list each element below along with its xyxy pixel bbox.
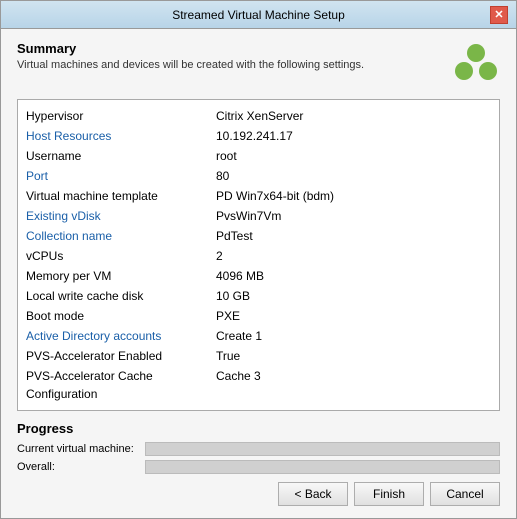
info-label: Active Directory accounts	[26, 327, 216, 345]
info-value: 10.192.241.17	[216, 127, 293, 145]
summary-section: Summary Virtual machines and devices wil…	[17, 41, 500, 89]
info-value: True	[216, 347, 240, 365]
info-row: Host Resources10.192.241.17	[26, 126, 491, 146]
info-label: PVS-Accelerator Enabled	[26, 347, 216, 365]
info-row: Collection namePdTest	[26, 226, 491, 246]
content-area: Summary Virtual machines and devices wil…	[1, 29, 516, 474]
info-label: Hypervisor	[26, 107, 216, 125]
info-label: Boot mode	[26, 307, 216, 325]
info-label: Local write cache disk	[26, 287, 216, 305]
info-label: Memory per VM	[26, 267, 216, 285]
info-value: Create 1	[216, 327, 262, 345]
info-value: 2	[216, 247, 223, 265]
info-row: PVS-Accelerator Cache ConfigurationCache…	[26, 366, 491, 404]
settings-info-box: HypervisorCitrix XenServerHost Resources…	[17, 99, 500, 411]
info-label: PVS-Accelerator Cache Configuration	[26, 367, 216, 403]
info-value: 4096 MB	[216, 267, 264, 285]
info-value: PXE	[216, 307, 240, 325]
info-value: 80	[216, 167, 229, 185]
info-label: Existing vDisk	[26, 207, 216, 225]
current-vm-label: Current virtual machine:	[17, 443, 137, 455]
overall-progress-row: Overall:	[17, 460, 500, 474]
info-label: Virtual machine template	[26, 187, 216, 205]
info-label: Host Resources	[26, 127, 216, 145]
info-value: PD Win7x64-bit (bdm)	[216, 187, 334, 205]
citrix-logo-icon	[452, 41, 500, 89]
info-row: Usernameroot	[26, 146, 491, 166]
current-vm-progress-row: Current virtual machine:	[17, 442, 500, 456]
overall-progress-bar	[145, 460, 500, 474]
footer: < Back Finish Cancel	[1, 474, 516, 518]
title-bar: Streamed Virtual Machine Setup ✕	[1, 1, 516, 29]
cancel-button[interactable]: Cancel	[430, 482, 500, 506]
info-row: Existing vDiskPvsWin7Vm	[26, 206, 491, 226]
info-rows-container: HypervisorCitrix XenServerHost Resources…	[26, 106, 491, 404]
info-value: 10 GB	[216, 287, 250, 305]
progress-title: Progress	[17, 421, 500, 436]
info-row: vCPUs2	[26, 246, 491, 266]
info-value: PvsWin7Vm	[216, 207, 281, 225]
info-row: Port80	[26, 166, 491, 186]
info-row: Virtual machine templatePD Win7x64-bit (…	[26, 186, 491, 206]
info-value: Citrix XenServer	[216, 107, 303, 125]
info-row: Active Directory accountsCreate 1	[26, 326, 491, 346]
window-title: Streamed Virtual Machine Setup	[27, 8, 490, 22]
finish-button[interactable]: Finish	[354, 482, 424, 506]
info-value: root	[216, 147, 237, 165]
current-vm-progress-bar	[145, 442, 500, 456]
info-row: Local write cache disk10 GB	[26, 286, 491, 306]
main-window: Streamed Virtual Machine Setup ✕ Summary…	[0, 0, 517, 519]
info-label: Username	[26, 147, 216, 165]
close-button[interactable]: ✕	[490, 6, 508, 24]
info-row: PVS-Accelerator EnabledTrue	[26, 346, 491, 366]
summary-text-area: Summary Virtual machines and devices wil…	[17, 41, 442, 71]
summary-title: Summary	[17, 41, 442, 56]
progress-section: Progress Current virtual machine: Overal…	[17, 421, 500, 474]
back-button[interactable]: < Back	[278, 482, 348, 506]
info-row: Boot modePXE	[26, 306, 491, 326]
info-row: HypervisorCitrix XenServer	[26, 106, 491, 126]
info-row: Memory per VM4096 MB	[26, 266, 491, 286]
info-label: vCPUs	[26, 247, 216, 265]
summary-description: Virtual machines and devices will be cre…	[17, 59, 442, 71]
overall-label: Overall:	[17, 461, 137, 473]
info-value: PdTest	[216, 227, 253, 245]
info-label: Collection name	[26, 227, 216, 245]
info-label: Port	[26, 167, 216, 185]
info-value: Cache 3	[216, 367, 261, 403]
